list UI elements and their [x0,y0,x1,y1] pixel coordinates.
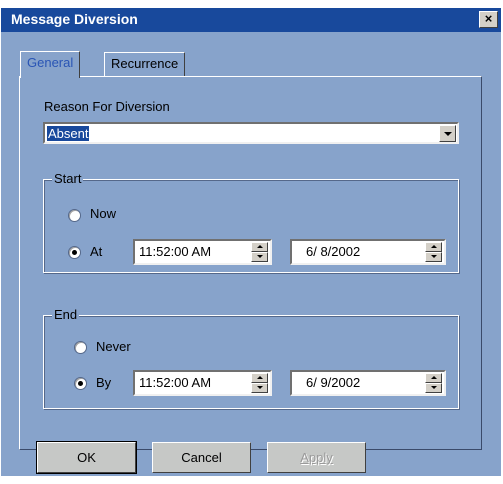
reason-dropdown[interactable]: Absent [43,122,459,144]
end-legend: End [52,307,80,322]
spin-down-icon[interactable] [251,383,268,393]
end-by-radio[interactable] [74,377,87,390]
start-time-spinner[interactable] [251,242,268,262]
spin-up-icon[interactable] [425,242,442,252]
ok-button[interactable]: OK [36,441,137,474]
spin-up-icon[interactable] [251,373,268,383]
reason-label: Reason For Diversion [44,99,170,114]
start-now-label[interactable]: Now [90,206,116,221]
start-at-radio[interactable] [68,246,81,259]
end-time-value: 11:52:00 AM [139,375,212,390]
spin-up-icon[interactable] [425,373,442,383]
apply-button: Apply [267,442,366,473]
tab-general[interactable]: General [20,51,81,78]
end-date-value: 6/ 9/2002 [306,375,361,390]
end-time-spinner[interactable] [251,373,268,393]
chevron-down-icon[interactable] [439,125,456,142]
title-bar[interactable]: Message Diversion × [1,8,501,32]
start-time-value: 11:52:00 AM [139,244,212,259]
spin-up-icon[interactable] [251,242,268,252]
close-icon: × [484,11,493,26]
start-now-radio[interactable] [68,209,81,222]
start-date-field[interactable]: 6/ 8/2002 [290,239,446,265]
message-diversion-dialog: Message Diversion × Recurrence General R… [0,0,503,484]
end-by-label[interactable]: By [96,375,111,390]
spin-down-icon[interactable] [425,252,442,262]
end-date-field[interactable]: 6/ 9/2002 [290,370,446,396]
start-legend: Start [52,171,84,186]
cancel-button[interactable]: Cancel [152,442,251,473]
end-time-field[interactable]: 11:52:00 AM [133,370,272,396]
start-at-label[interactable]: At [90,244,102,259]
start-date-value: 6/ 8/2002 [306,244,361,259]
end-date-spinner[interactable] [425,373,442,393]
end-never-label[interactable]: Never [96,339,131,354]
window-title: Message Diversion [11,11,138,27]
start-time-field[interactable]: 11:52:00 AM [133,239,272,265]
close-button[interactable]: × [479,11,498,28]
start-date-spinner[interactable] [425,242,442,262]
end-never-radio[interactable] [74,341,87,354]
reason-selected-value: Absent [47,126,90,141]
spin-down-icon[interactable] [251,252,268,262]
spin-down-icon[interactable] [425,383,442,393]
tab-recurrence[interactable]: Recurrence [104,52,186,76]
